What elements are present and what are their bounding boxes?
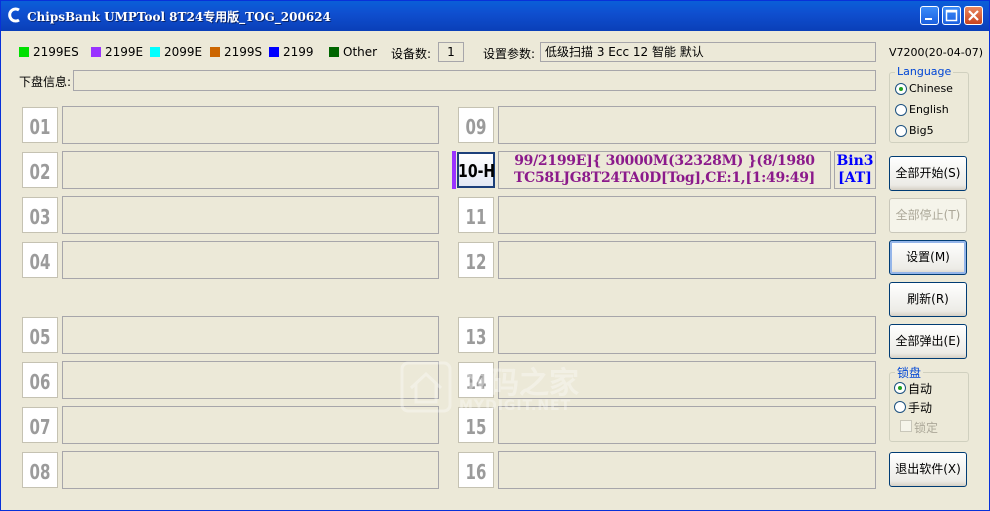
legend-swatch-2199 bbox=[269, 47, 279, 57]
port-12-slot[interactable] bbox=[498, 241, 876, 279]
watermark-en: MYDIGIT.NET bbox=[459, 398, 572, 414]
device-count-label: 设备数: bbox=[391, 47, 432, 61]
window-title: ChipsBank UMPTool 8T24专用版_TOG_200624 bbox=[27, 10, 331, 24]
legend-swatch-other bbox=[329, 47, 339, 57]
download-info-label: 下盘信息: bbox=[19, 75, 72, 89]
port-07-slot[interactable] bbox=[62, 406, 439, 444]
lock-label-manual[interactable]: 手动 bbox=[908, 399, 932, 416]
port-08-number: 08 bbox=[22, 452, 58, 488]
legend-swatch-2199es bbox=[19, 47, 29, 57]
port-04-slot[interactable] bbox=[62, 241, 439, 279]
language-label-big5[interactable]: Big5 bbox=[909, 124, 934, 137]
legend-swatch-2099e bbox=[150, 47, 160, 57]
legend-label-other: Other bbox=[343, 45, 378, 59]
language-label-chinese[interactable]: Chinese bbox=[909, 82, 953, 95]
eject-all-button[interactable]: 全部弹出(E) bbox=[889, 324, 967, 359]
refresh-button[interactable]: 刷新(R) bbox=[889, 282, 967, 317]
port-06-number: 06 bbox=[22, 362, 58, 398]
port-10-tag-label: [AT] bbox=[838, 170, 872, 186]
legend-label-2099e: 2099E bbox=[164, 45, 203, 59]
port-08-slot[interactable] bbox=[62, 451, 439, 489]
port-16-number: 16 bbox=[458, 452, 494, 488]
setup-button[interactable]: 设置(M) bbox=[889, 240, 967, 275]
port-05-number: 05 bbox=[22, 317, 58, 353]
port-01-number: 01 bbox=[22, 107, 58, 143]
port-10-number[interactable]: 10-H bbox=[457, 152, 495, 188]
port-10-status-line2: TC58LJG8T24TA0D[Tog],CE:1,[1:49:49] bbox=[514, 170, 815, 186]
stop-all-button[interactable]: 全部停止(T) bbox=[889, 198, 967, 233]
port-01-slot[interactable] bbox=[62, 106, 439, 144]
settings-value: 低级扫描 3 Ecc 12 智能 默认 bbox=[540, 42, 876, 62]
legend-label-2199e: 2199E bbox=[105, 45, 144, 59]
chipsbank-logo-icon bbox=[8, 7, 20, 23]
close-button[interactable] bbox=[964, 6, 983, 25]
title-bar[interactable]: ChipsBank UMPTool 8T24专用版_TOG_200624 bbox=[1, 1, 989, 31]
lock-radio-manual[interactable] bbox=[894, 401, 906, 413]
port-10-status-line1: 99/2199E]{ 30000M(32328M) }(8/1980 bbox=[514, 153, 815, 169]
version-label: V7200(20-04-07) bbox=[889, 46, 984, 59]
watermark-cn: 数码之家 bbox=[459, 366, 579, 401]
language-radio-chinese[interactable] bbox=[895, 83, 907, 95]
minimize-button[interactable] bbox=[920, 6, 939, 25]
port-10-bin-label: Bin3 bbox=[836, 153, 874, 169]
port-07-number: 07 bbox=[22, 407, 58, 443]
port-13-number: 13 bbox=[458, 317, 494, 353]
port-04-number: 04 bbox=[22, 242, 58, 278]
download-info-field bbox=[73, 70, 876, 91]
lock-radio-auto[interactable] bbox=[894, 382, 906, 394]
port-06-slot[interactable] bbox=[62, 361, 439, 399]
language-label-english[interactable]: English bbox=[909, 103, 949, 116]
close-icon bbox=[968, 10, 979, 21]
lock-group-title: 锁盘 bbox=[895, 364, 924, 381]
port-10-slot[interactable]: 99/2199E]{ 30000M(32328M) }(8/1980 TC58L… bbox=[498, 151, 831, 189]
lock-checkbox[interactable] bbox=[900, 420, 912, 432]
legend-label-2199s: 2199S bbox=[224, 45, 263, 59]
language-radio-big5[interactable] bbox=[895, 125, 907, 137]
radio-selected-dot bbox=[898, 386, 902, 390]
port-09-slot[interactable] bbox=[498, 106, 876, 144]
device-count-value: 1 bbox=[438, 42, 464, 62]
port-02-slot[interactable] bbox=[62, 151, 439, 189]
port-12-number: 12 bbox=[458, 242, 494, 278]
minimize-icon bbox=[925, 18, 932, 20]
port-11-number: 11 bbox=[458, 197, 494, 233]
maximize-icon bbox=[945, 9, 958, 22]
port-02-number: 02 bbox=[22, 152, 58, 188]
legend-label-2199: 2199 bbox=[283, 45, 314, 59]
port-03-slot[interactable] bbox=[62, 196, 439, 234]
legend-swatch-2199e bbox=[91, 47, 101, 57]
port-05-slot[interactable] bbox=[62, 316, 439, 354]
radio-selected-dot bbox=[899, 87, 903, 91]
port-13-slot[interactable] bbox=[498, 316, 876, 354]
start-all-button[interactable]: 全部开始(S) bbox=[889, 156, 967, 191]
legend-label-2199es: 2199ES bbox=[33, 45, 79, 59]
lock-label-auto[interactable]: 自动 bbox=[908, 380, 932, 397]
port-11-slot[interactable] bbox=[498, 196, 876, 234]
lock-checkbox-label[interactable]: 锁定 bbox=[914, 419, 938, 436]
exit-button[interactable]: 退出软件(X) bbox=[889, 452, 967, 487]
port-10-status-bar bbox=[452, 151, 456, 189]
port-03-number: 03 bbox=[22, 197, 58, 233]
main-window: ChipsBank UMPTool 8T24专用版_TOG_200624 219… bbox=[0, 0, 990, 511]
watermark-house-icon bbox=[400, 361, 452, 413]
maximize-button[interactable] bbox=[942, 6, 961, 25]
language-group-title: Language bbox=[895, 65, 954, 78]
legend-swatch-2199s bbox=[210, 47, 220, 57]
port-09-number: 09 bbox=[458, 107, 494, 143]
port-10-bin-box: Bin3 [AT] bbox=[834, 151, 876, 189]
port-16-slot[interactable] bbox=[498, 451, 876, 489]
language-radio-english[interactable] bbox=[895, 104, 907, 116]
settings-label: 设置参数: bbox=[483, 47, 536, 61]
